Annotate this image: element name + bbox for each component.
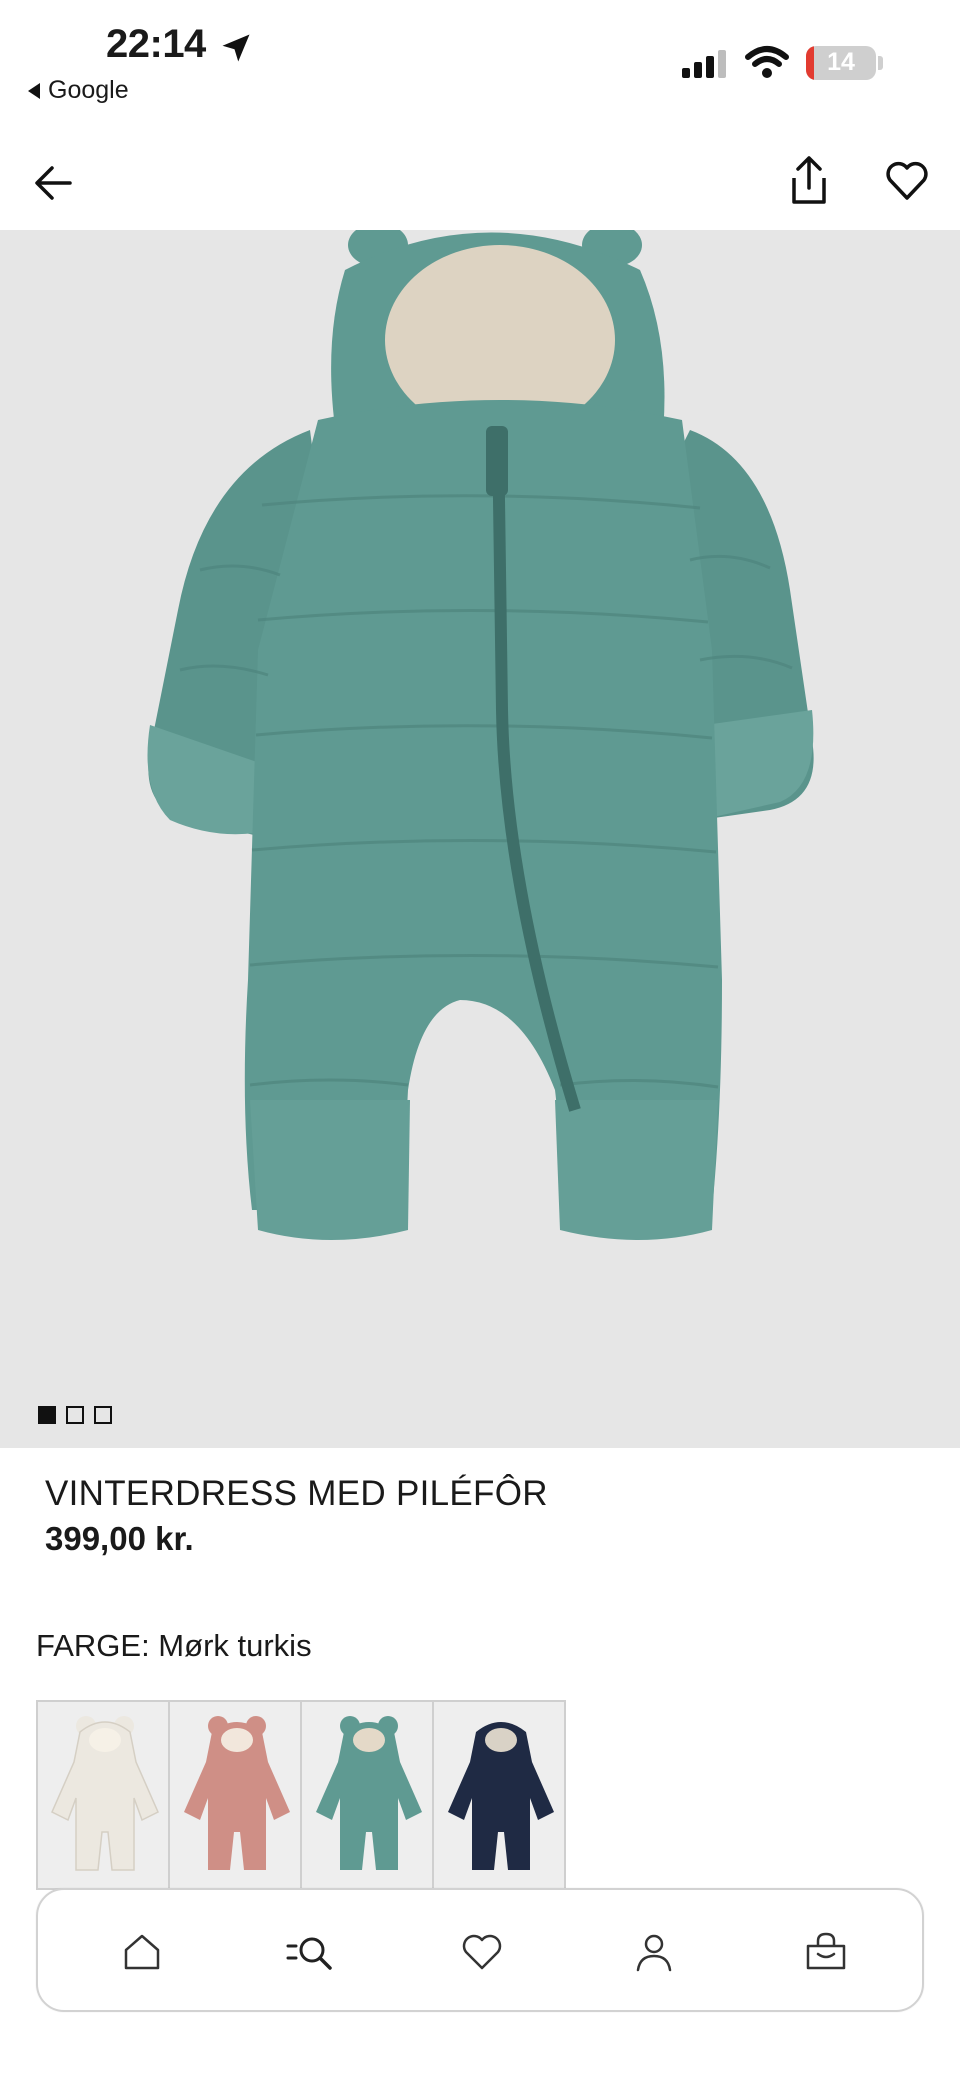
battery-level: 14 [827,48,855,76]
back-app-label: Google [48,76,129,104]
search-icon [286,1937,332,1970]
gallery-pager[interactable] [38,1406,112,1424]
status-time: 22:14 [106,22,206,66]
product-price: 399,00 kr. [45,1520,194,1557]
wifi-icon [745,46,789,78]
product-title: VINTERDRESS MED PILÉFÔR [45,1474,548,1513]
pager-dot-2[interactable] [66,1406,84,1424]
battery-indicator: 14 [806,46,876,80]
tab-account[interactable] [630,1928,678,1976]
swatch-navy[interactable] [432,1700,566,1890]
color-label: FARGE: Mørk turkis [36,1628,312,1663]
bottom-tab-bar [36,1888,924,2012]
swatch-snowsuit-image [184,1716,290,1870]
heart-icon[interactable] [884,158,930,204]
back-to-app-link[interactable]: Google [28,76,129,105]
status-bar: 22:14 Google 14 [0,0,960,120]
product-image[interactable] [0,230,960,1448]
tab-bag[interactable] [802,1928,850,1976]
swatch-dark-turquoise[interactable] [300,1700,434,1890]
home-icon [124,1934,160,1970]
tab-home[interactable] [118,1928,166,1976]
arrow-left-icon[interactable] [30,158,80,208]
color-swatches [36,1700,566,1890]
swatch-snowsuit-image [316,1716,422,1870]
location-arrow-icon [222,34,250,62]
cellular-signal-icon [682,50,726,78]
swatch-snowsuit-image [448,1722,554,1870]
battery-tip [878,56,883,70]
back-triangle-icon [28,82,40,99]
swatch-light-beige[interactable] [36,1700,170,1890]
pager-dot-1[interactable] [38,1406,56,1424]
top-nav [0,140,960,230]
snowsuit-illustration [147,230,814,1240]
share-icon[interactable] [784,152,834,210]
swatch-dusty-pink[interactable] [168,1700,302,1890]
heart-icon [462,1934,502,1970]
pager-dot-3[interactable] [94,1406,112,1424]
tab-search[interactable] [284,1928,340,1976]
tab-favorites[interactable] [458,1928,506,1976]
account-icon [636,1934,672,1972]
swatch-snowsuit-image [51,1716,159,1871]
bag-icon [806,1932,846,1970]
